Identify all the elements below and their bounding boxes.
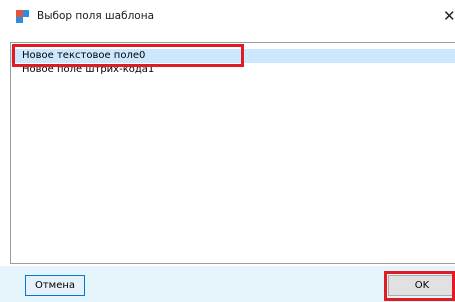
list-item[interactable]: Новое поле штрих-кода1	[11, 63, 455, 77]
dialog-window: Выбор поля шаблона ✕ Новое текстовое пол…	[0, 0, 455, 302]
close-button[interactable]: ✕	[436, 2, 455, 30]
close-icon: ✕	[443, 7, 455, 25]
template-field-list[interactable]: Новое текстовое поле0 Новое поле штрих-к…	[10, 42, 455, 264]
list-item[interactable]: Новое текстовое поле0	[11, 49, 455, 63]
cancel-button[interactable]: Отмена	[25, 275, 85, 296]
list-item-label: Новое поле штрих-кода1	[22, 64, 155, 75]
app-icon	[16, 10, 29, 23]
window-title: Выбор поля шаблона	[37, 10, 155, 22]
ok-button[interactable]: OK	[388, 275, 455, 296]
title-bar: Выбор поля шаблона ✕	[0, 0, 455, 32]
list-item-label: Новое текстовое поле0	[22, 50, 146, 61]
